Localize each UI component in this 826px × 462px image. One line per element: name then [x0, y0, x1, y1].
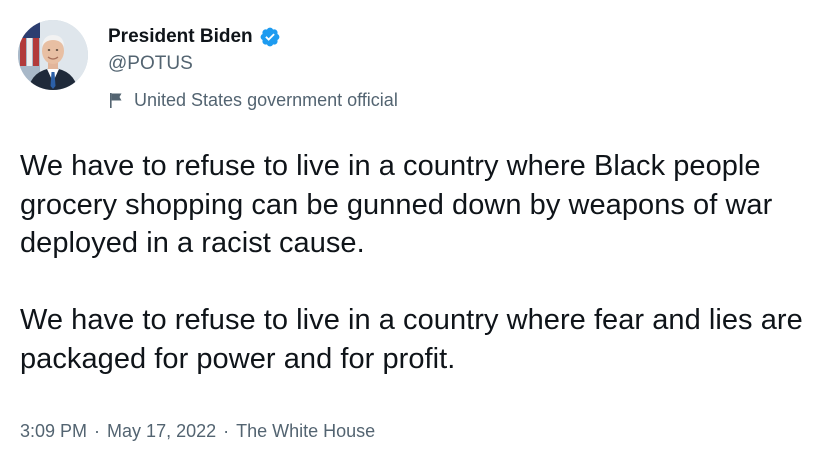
avatar[interactable] [18, 20, 88, 90]
tweet-card: President Biden @POTUS United States gov… [0, 0, 826, 462]
verified-badge-icon [259, 26, 281, 48]
author-block: President Biden @POTUS United States gov… [108, 22, 398, 111]
tweet-metadata: 3:09 PM · May 17, 2022 · The White House [20, 421, 375, 442]
name-row: President Biden [108, 22, 398, 52]
tweet-date[interactable]: May 17, 2022 [107, 421, 216, 442]
tweet-source-link[interactable]: The White House [236, 421, 375, 442]
government-label-text: United States government official [134, 89, 398, 110]
profile-photo [18, 20, 88, 90]
tweet-paragraph-1: We have to refuse to live in a country w… [20, 150, 773, 259]
meta-separator: · [94, 421, 101, 441]
meta-separator: · [223, 421, 230, 441]
display-name[interactable]: President Biden [108, 26, 253, 48]
user-handle[interactable]: @POTUS [108, 53, 398, 75]
affiliation-label: United States government official [108, 89, 398, 111]
tweet-paragraph-2: We have to refuse to live in a country w… [20, 304, 803, 375]
tweet-text: We have to refuse to live in a country w… [20, 147, 820, 378]
tweet-time[interactable]: 3:09 PM [20, 421, 87, 442]
government-flag-icon [108, 91, 124, 109]
